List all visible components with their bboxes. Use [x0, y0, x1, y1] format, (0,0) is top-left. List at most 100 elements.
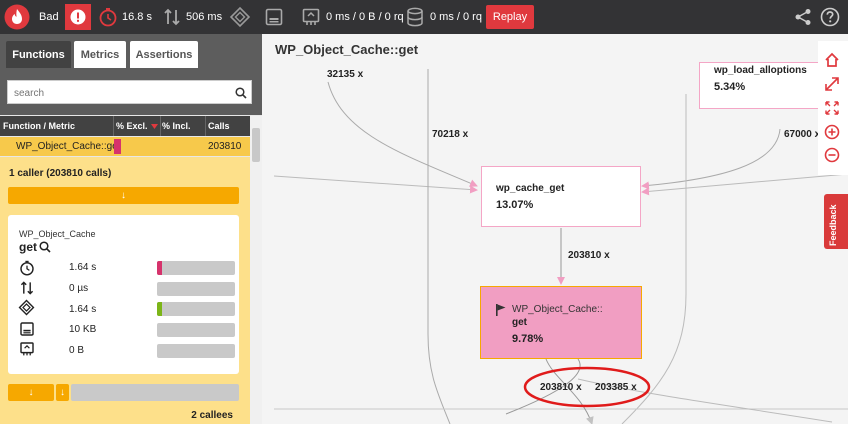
search-box — [7, 80, 252, 104]
sql-metric[interactable]: 0 ms / 0 rq — [406, 0, 482, 34]
tab-metrics[interactable]: Metrics — [74, 41, 126, 68]
callees-summary: 2 callees — [191, 410, 233, 421]
zoom-function-icon[interactable] — [39, 241, 51, 253]
edge-label: 67000 x — [784, 129, 821, 140]
replay-button[interactable]: Replay — [486, 5, 534, 29]
zoom-in-icon[interactable] — [824, 124, 840, 140]
metric-bar-fill — [157, 261, 162, 275]
node-percentage: 5.34% — [714, 81, 746, 93]
graph-edge[interactable] — [273, 175, 478, 194]
grade-label: Bad — [39, 11, 59, 23]
sidebar-scrollbar[interactable] — [250, 116, 262, 424]
sql-value: 0 ms / 0 rq — [430, 11, 482, 23]
feedback-label: Feedback — [828, 204, 838, 246]
table-row-selected[interactable]: WP_Object_Cache::get 203810 — [0, 137, 250, 156]
column-divider — [160, 116, 161, 136]
node-name: wp_load_alloptions — [714, 65, 807, 76]
graph-tools — [818, 41, 848, 175]
column-divider — [205, 116, 206, 136]
edge-label: 70218 x — [432, 129, 469, 140]
wall-time-metric[interactable]: 16.8 s — [98, 0, 152, 34]
metric-memory: 10 KB — [69, 324, 97, 335]
node-name-class: WP_Object_Cache:: — [512, 304, 603, 315]
wall-time-value: 16.8 s — [122, 11, 152, 23]
flame-logo-icon — [4, 4, 30, 30]
calls-value: 203810 — [208, 141, 242, 152]
column-function[interactable]: Function / Metric — [3, 121, 75, 131]
function-name: WP_Object_Cache::get — [16, 141, 121, 152]
graph-edge[interactable] — [641, 128, 781, 190]
column-incl[interactable]: % Incl. — [162, 121, 191, 131]
io-wait-value: 506 ms — [186, 11, 223, 23]
metric-bar-io-wait — [157, 282, 235, 296]
node-percentage: 13.07% — [496, 199, 534, 211]
network-icon — [302, 8, 320, 25]
share-icon — [795, 9, 811, 25]
expand-icon[interactable] — [824, 76, 840, 92]
node-percentage: 9.78% — [512, 333, 544, 345]
arrow-down-icon: ↓ — [60, 387, 65, 398]
graph-edge[interactable] — [427, 69, 451, 424]
help-button[interactable] — [820, 0, 840, 34]
metric-bar-memory — [157, 323, 235, 337]
highlight-ellipse — [523, 366, 651, 408]
function-card: WP_Object_Cache get 1.64 s 0 µs 1.64 s 1… — [8, 215, 239, 374]
metric-bar-network — [157, 344, 235, 358]
zoom-out-icon[interactable] — [824, 147, 840, 163]
node-name-method: get — [512, 317, 527, 328]
graph-node[interactable]: wp_load_alloptions 5.34% — [699, 62, 827, 109]
edge-label: 203810 x — [568, 250, 610, 261]
expand-callees-button[interactable]: ↓ — [8, 384, 54, 401]
column-divider — [113, 116, 114, 136]
feedback-button[interactable]: Feedback — [824, 194, 848, 249]
node-name: wp_cache_get — [496, 183, 565, 194]
io-wait-icon — [20, 281, 34, 295]
expand-callee-button[interactable]: ↓ — [56, 384, 69, 401]
tab-assertions[interactable]: Assertions — [130, 41, 198, 68]
grade-badge[interactable] — [65, 4, 91, 30]
graph-node[interactable]: wp_cache_get 13.07% — [481, 166, 641, 227]
cpu-icon — [229, 6, 251, 28]
network-value: 0 ms / 0 B / 0 rq — [326, 11, 404, 23]
metric-cpu: 1.64 s — [69, 304, 97, 315]
scrollbar-thumb[interactable] — [252, 128, 260, 162]
alert-icon — [70, 9, 86, 25]
graph-title: WP_Object_Cache::get — [275, 42, 419, 57]
cpu-metric[interactable] — [229, 0, 251, 34]
callers-summary: 1 caller (203810 calls) — [9, 168, 112, 179]
sort-desc-icon[interactable] — [151, 124, 158, 129]
home-icon[interactable] — [824, 52, 840, 68]
callee-bar[interactable] — [71, 384, 239, 401]
arrow-down-icon: ↓ — [121, 190, 126, 201]
excl-bar — [114, 139, 121, 154]
functions-table-header: Function / Metric % Excl. % Incl. Calls — [0, 116, 250, 136]
share-button[interactable] — [794, 0, 812, 34]
network-icon — [20, 342, 34, 356]
column-excl[interactable]: % Excl. — [116, 121, 148, 131]
database-icon — [407, 7, 423, 27]
column-calls[interactable]: Calls — [208, 121, 230, 131]
search-icon[interactable] — [235, 87, 247, 99]
metric-io-wait: 0 µs — [69, 283, 89, 294]
clock-icon — [99, 8, 117, 27]
io-wait-metric[interactable]: 506 ms — [162, 0, 222, 34]
metric-network: 0 B — [69, 345, 85, 356]
search-input[interactable] — [12, 82, 226, 104]
arrow-down-icon: ↓ — [28, 387, 34, 398]
edge-label: 32135 x — [327, 69, 364, 80]
expand-callers-button[interactable]: ↓ — [8, 187, 239, 204]
metric-bar-wall-time — [157, 261, 235, 275]
callgraph-area[interactable]: WP_Object_Cache::get 32135 x 70218 x 670… — [262, 34, 848, 424]
tab-functions[interactable]: Functions — [6, 41, 71, 68]
card-class-name: WP_Object_Cache — [19, 229, 96, 239]
network-metric[interactable]: 0 ms / 0 B / 0 rq — [301, 0, 404, 34]
memory-icon — [265, 8, 283, 26]
memory-icon — [20, 322, 34, 336]
io-wait-icon — [164, 8, 180, 26]
memory-metric[interactable] — [264, 0, 284, 34]
cpu-icon — [18, 299, 35, 316]
blackfire-logo[interactable] — [4, 0, 30, 34]
metric-bar-cpu — [157, 302, 235, 316]
fit-to-screen-icon[interactable] — [824, 100, 840, 116]
graph-node-selected[interactable]: WP_Object_Cache:: get 9.78% — [480, 286, 642, 359]
